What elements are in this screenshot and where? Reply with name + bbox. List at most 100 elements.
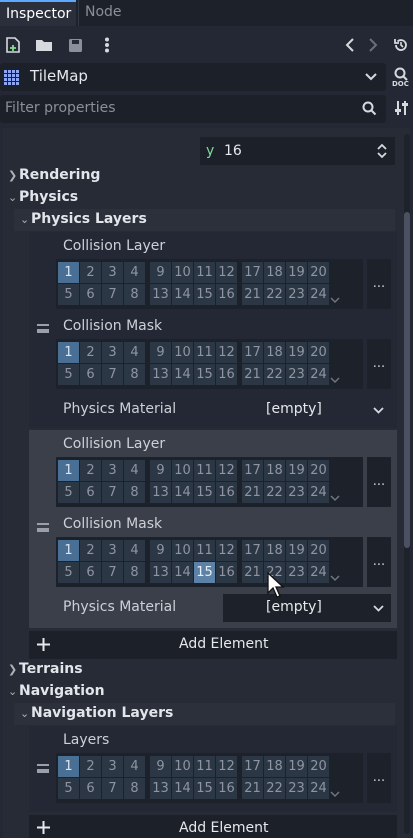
layer-bit-15[interactable]: 15 (194, 778, 215, 799)
layer-bit-19[interactable]: 19 (286, 460, 307, 481)
layer-bit-5[interactable]: 5 (58, 778, 79, 799)
layer-bit-23[interactable]: 23 (286, 562, 307, 583)
layer-bit-14[interactable]: 14 (172, 364, 193, 385)
layer-bit-8[interactable]: 8 (124, 364, 145, 385)
section-physics[interactable]: Physics (19, 189, 78, 205)
layer-bit-18[interactable]: 18 (264, 756, 285, 777)
drag-handle-icon[interactable] (37, 523, 49, 532)
layer-bit-13[interactable]: 13 (150, 482, 171, 503)
layer-bit-19[interactable]: 19 (286, 262, 307, 283)
collapsed-arrow-icon[interactable]: ❯ (8, 169, 17, 182)
layer-bit-16[interactable]: 16 (216, 562, 237, 583)
layer-bit-2[interactable]: 2 (80, 756, 101, 777)
layer-bit-14[interactable]: 14 (172, 284, 193, 305)
layer-bit-22[interactable]: 22 (264, 284, 285, 305)
layer-bit-21[interactable]: 21 (242, 482, 263, 503)
layer-bit-1[interactable]: 1 (58, 540, 79, 561)
physics-material-value[interactable]: [empty] (266, 401, 322, 417)
more-layers-button[interactable]: ... (367, 339, 391, 389)
layer-bit-22[interactable]: 22 (264, 778, 285, 799)
layer-bit-9[interactable]: 9 (150, 262, 171, 283)
layer-bit-16[interactable]: 16 (216, 284, 237, 305)
layer-bit-18[interactable]: 18 (264, 460, 285, 481)
layer-bit-17[interactable]: 17 (242, 756, 263, 777)
layer-bit-7[interactable]: 7 (102, 482, 123, 503)
layer-bit-9[interactable]: 9 (150, 342, 171, 363)
layer-bit-15[interactable]: 15 (194, 482, 215, 503)
new-resource-icon[interactable] (4, 36, 22, 54)
layer-bit-18[interactable]: 18 (264, 342, 285, 363)
layer-bit-3[interactable]: 3 (102, 342, 123, 363)
layer-bit-3[interactable]: 3 (102, 460, 123, 481)
expand-layers-chevron-icon[interactable] (330, 289, 340, 304)
layer-bit-19[interactable]: 19 (286, 756, 307, 777)
layer-bit-18[interactable]: 18 (264, 262, 285, 283)
layer-bit-9[interactable]: 9 (150, 756, 171, 777)
tab-inspector[interactable]: Inspector (0, 0, 76, 26)
layer-bit-23[interactable]: 23 (286, 482, 307, 503)
drag-handle-icon[interactable] (37, 764, 49, 773)
object-history-icon[interactable] (392, 36, 410, 54)
layer-bit-24[interactable]: 24 (308, 778, 329, 799)
layer-bit-10[interactable]: 10 (172, 342, 193, 363)
layer-bit-21[interactable]: 21 (242, 284, 263, 305)
save-icon[interactable] (66, 36, 84, 54)
layer-bit-23[interactable]: 23 (286, 284, 307, 305)
more-layers-button[interactable]: ... (367, 537, 391, 587)
layer-bit-6[interactable]: 6 (80, 562, 101, 583)
layer-bit-11[interactable]: 11 (194, 756, 215, 777)
layer-bit-8[interactable]: 8 (124, 482, 145, 503)
layer-bit-11[interactable]: 11 (194, 540, 215, 561)
layer-bit-1[interactable]: 1 (58, 460, 79, 481)
layer-bit-17[interactable]: 17 (242, 540, 263, 561)
layer-bit-16[interactable]: 16 (216, 364, 237, 385)
expanded-arrow-icon[interactable]: ⌄ (20, 707, 29, 720)
section-terrains[interactable]: Terrains (19, 661, 83, 677)
layer-bit-4[interactable]: 4 (124, 460, 145, 481)
layer-bit-6[interactable]: 6 (80, 482, 101, 503)
layer-bit-2[interactable]: 2 (80, 262, 101, 283)
expanded-arrow-icon[interactable]: ⌄ (8, 685, 17, 698)
layer-bit-19[interactable]: 19 (286, 540, 307, 561)
expanded-arrow-icon[interactable]: ⌄ (8, 191, 17, 204)
layer-bit-21[interactable]: 21 (242, 562, 263, 583)
layer-bit-13[interactable]: 13 (150, 562, 171, 583)
layer-bit-24[interactable]: 24 (308, 482, 329, 503)
drag-handle-icon[interactable] (37, 324, 49, 333)
layer-bit-14[interactable]: 14 (172, 482, 193, 503)
layer-bit-6[interactable]: 6 (80, 364, 101, 385)
layer-bit-13[interactable]: 13 (150, 364, 171, 385)
layer-bit-12[interactable]: 12 (216, 540, 237, 561)
expand-layers-chevron-icon[interactable] (330, 783, 340, 798)
layer-bit-5[interactable]: 5 (58, 284, 79, 305)
property-tools-icon[interactable] (393, 100, 411, 116)
history-back-icon[interactable] (342, 36, 358, 54)
tab-node[interactable]: Node (78, 0, 124, 26)
layer-bit-11[interactable]: 11 (194, 342, 215, 363)
layer-bit-7[interactable]: 7 (102, 284, 123, 305)
layer-bit-12[interactable]: 12 (216, 342, 237, 363)
layer-bit-17[interactable]: 17 (242, 460, 263, 481)
layer-bit-7[interactable]: 7 (102, 364, 123, 385)
layer-bit-16[interactable]: 16 (216, 482, 237, 503)
layer-bit-1[interactable]: 1 (58, 342, 79, 363)
layer-bit-7[interactable]: 7 (102, 562, 123, 583)
layer-bit-17[interactable]: 17 (242, 342, 263, 363)
layer-bit-3[interactable]: 3 (102, 262, 123, 283)
layer-bit-23[interactable]: 23 (286, 778, 307, 799)
layer-bit-19[interactable]: 19 (286, 342, 307, 363)
layer-bit-2[interactable]: 2 (80, 342, 101, 363)
section-physics-layers[interactable]: Physics Layers (31, 211, 147, 227)
layer-bit-14[interactable]: 14 (172, 778, 193, 799)
open-folder-icon[interactable] (34, 36, 54, 54)
layer-bit-12[interactable]: 12 (216, 460, 237, 481)
layer-bit-8[interactable]: 8 (124, 778, 145, 799)
layer-bit-3[interactable]: 3 (102, 540, 123, 561)
layer-bit-5[interactable]: 5 (58, 482, 79, 503)
layer-bit-4[interactable]: 4 (124, 342, 145, 363)
layer-bit-4[interactable]: 4 (124, 756, 145, 777)
more-layers-button[interactable]: ... (367, 457, 391, 507)
expand-layers-chevron-icon[interactable] (330, 487, 340, 502)
layer-bit-23[interactable]: 23 (286, 364, 307, 385)
layer-bit-7[interactable]: 7 (102, 778, 123, 799)
